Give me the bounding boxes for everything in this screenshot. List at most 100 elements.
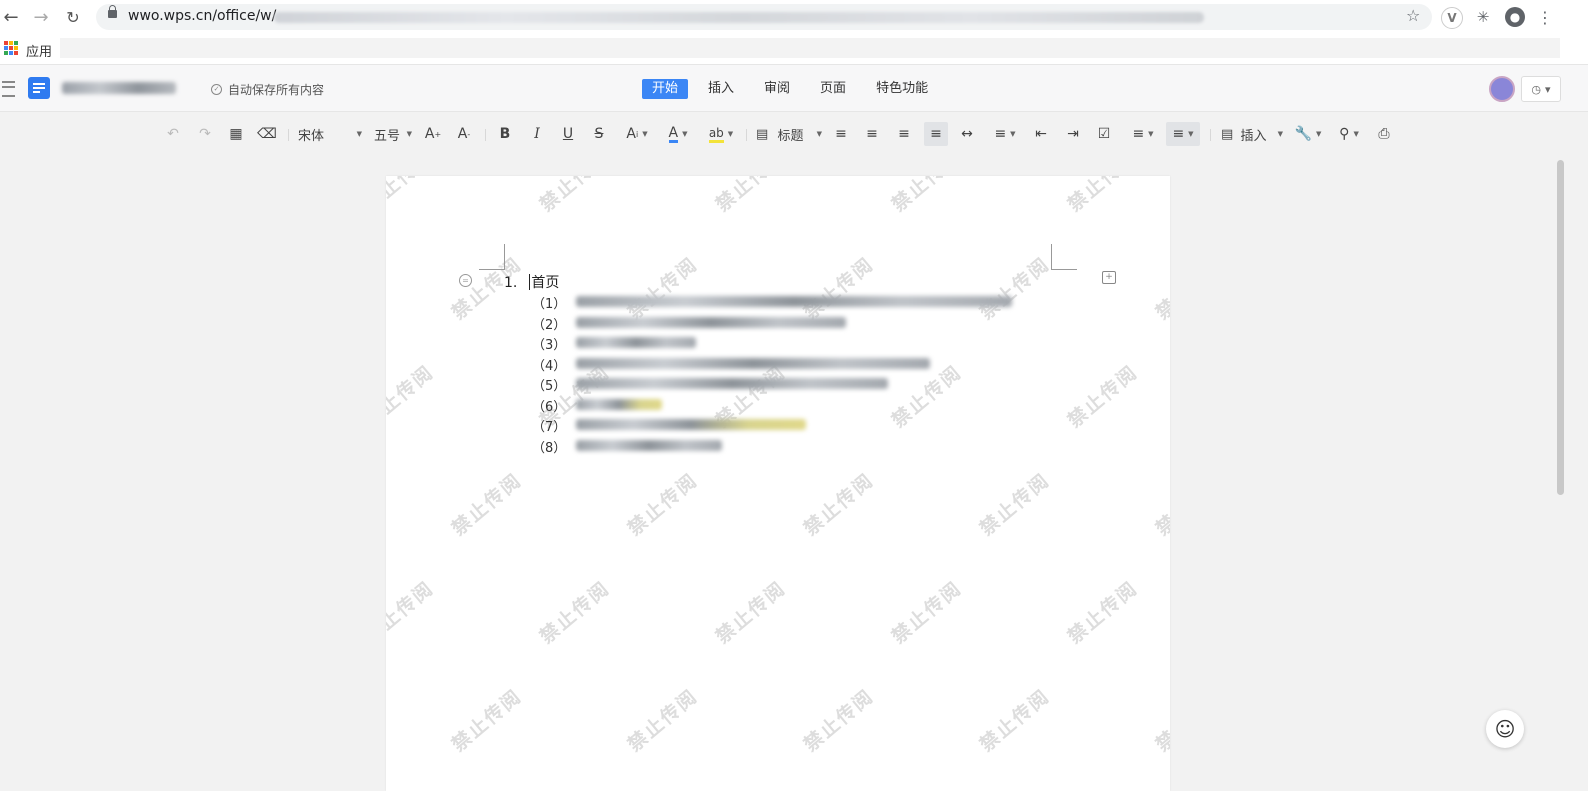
list-item-number: （2） bbox=[532, 318, 567, 333]
align-right-icon[interactable]: ≡ bbox=[895, 122, 913, 146]
autosave-text: 自动保存所有内容 bbox=[228, 83, 325, 97]
watermark-text: 禁止传阅 bbox=[711, 176, 791, 217]
font-family-select[interactable]: 宋体 ▼ bbox=[298, 122, 362, 146]
vertical-scrollbar[interactable] bbox=[1557, 160, 1564, 495]
clear-format-eraser-icon[interactable]: ⌫ bbox=[257, 122, 277, 146]
autosave-status: ✓ 自动保存所有内容 bbox=[211, 81, 324, 98]
insert-dropdown[interactable]: ▤ 插入 ▼ bbox=[1221, 122, 1283, 146]
ribbon-tabs: 开始 插入 审阅 页面 特色功能 bbox=[642, 79, 948, 99]
browser-toolbar: ← → ↻ wwo.wps.cn/office/w/ ☆ V ✳ ● ⋮ bbox=[0, 0, 1588, 34]
list-item-text-redacted bbox=[576, 317, 846, 328]
tab-start[interactable]: 开始 bbox=[642, 79, 689, 99]
user-avatar[interactable] bbox=[1489, 76, 1515, 102]
decrease-font-icon[interactable]: A- bbox=[455, 122, 473, 146]
tab-insert[interactable]: 插入 bbox=[698, 79, 744, 99]
tools-wrench-icon[interactable]: 🔧 ▼ bbox=[1293, 122, 1323, 146]
align-left-icon[interactable]: ≡ bbox=[832, 122, 850, 146]
chevron-down-icon: ▼ bbox=[1353, 130, 1359, 138]
paragraph-handle-icon[interactable]: = bbox=[459, 274, 472, 287]
bullet-list-icon[interactable]: ≡ ▼ bbox=[1128, 122, 1158, 146]
watermark-text: 禁止传阅 bbox=[975, 253, 1055, 325]
toolbar-divider bbox=[1210, 129, 1211, 141]
underline-icon[interactable]: U bbox=[559, 122, 577, 146]
list-item-number: （7） bbox=[532, 420, 567, 435]
bookmarks-bar: 应用 bbox=[0, 34, 1588, 65]
watermark-text: 禁止传阅 bbox=[711, 577, 791, 649]
watermark-text: 禁止传阅 bbox=[1151, 253, 1170, 325]
extension-v-icon[interactable]: V bbox=[1441, 7, 1463, 29]
search-icon[interactable]: ⚲ ▼ bbox=[1334, 122, 1364, 146]
history-button[interactable]: ◷ ▾ bbox=[1521, 76, 1561, 102]
bold-icon[interactable]: B bbox=[496, 122, 514, 146]
tab-features[interactable]: 特色功能 bbox=[866, 79, 938, 99]
font-color-icon[interactable]: A ▼ bbox=[663, 122, 693, 146]
font-size-value: 五号 bbox=[374, 128, 401, 144]
chevron-down-icon: ▼ bbox=[727, 130, 734, 138]
list-item-number: （8） bbox=[532, 441, 567, 456]
decrease-indent-icon[interactable]: ⇤ bbox=[1032, 122, 1050, 146]
bookmark-star-icon[interactable]: ☆ bbox=[1406, 6, 1420, 25]
chevron-down-icon: ▼ bbox=[1148, 130, 1154, 138]
strikethrough-icon[interactable]: S bbox=[590, 122, 608, 146]
increase-font-icon[interactable]: A + bbox=[424, 122, 442, 146]
toolbar-divider bbox=[746, 129, 747, 141]
document-title[interactable] bbox=[62, 82, 176, 94]
add-comment-icon[interactable]: + bbox=[1102, 271, 1116, 284]
watermark-text: 禁止传阅 bbox=[1063, 176, 1143, 217]
font-size-select[interactable]: 五号 ▼ bbox=[374, 122, 412, 146]
wps-header: ✓ 自动保存所有内容 开始 插入 审阅 页面 特色功能 ◷ ▾ bbox=[0, 65, 1588, 112]
browser-menu-icon[interactable]: ⋮ bbox=[1535, 7, 1555, 27]
list-item-text-redacted bbox=[576, 399, 662, 410]
apps-bookmark-label[interactable]: 应用 bbox=[26, 41, 52, 60]
chevron-down-icon: ▼ bbox=[682, 130, 688, 138]
document-page[interactable]: 禁止传阅 禁止传阅 禁止传阅 禁止传阅 禁止传阅 禁止传阅 禁止传阅 禁止传阅 禁止传阅 禁止传阅… bbox=[386, 176, 1170, 791]
increase-indent-icon[interactable]: ⇥ bbox=[1064, 122, 1082, 146]
watermark-text: 禁止传阅 bbox=[887, 361, 967, 433]
redo-icon[interactable]: ↷ bbox=[196, 122, 214, 146]
line-spacing-icon[interactable]: ≡ ▼ bbox=[989, 122, 1021, 146]
watermark-text: 禁止传阅 bbox=[1151, 685, 1170, 757]
wps-doc-logo-icon bbox=[28, 77, 50, 99]
heading-text: 首页 bbox=[531, 275, 560, 291]
checkbox-list-icon[interactable]: ☑ bbox=[1095, 122, 1113, 146]
print-icon[interactable]: ⎙ bbox=[1375, 122, 1393, 146]
assistant-mascot-icon[interactable]: ☺ bbox=[1486, 710, 1524, 748]
extensions-puzzle-icon[interactable]: ✳ bbox=[1473, 7, 1493, 27]
watermark-text: 禁止传阅 bbox=[975, 685, 1055, 757]
watermark-text: 禁止传阅 bbox=[1063, 577, 1143, 649]
chevron-down-icon: ▼ bbox=[1010, 130, 1016, 138]
chevron-down-icon: ▼ bbox=[356, 130, 362, 138]
apps-grid-icon[interactable] bbox=[4, 41, 18, 55]
style-select[interactable]: ▤ 标题 ▼ bbox=[756, 122, 822, 146]
list-item-number: （6） bbox=[532, 400, 567, 415]
align-justify-icon[interactable]: ≡ bbox=[924, 122, 948, 146]
watermark-text: 禁止传阅 bbox=[447, 685, 527, 757]
watermark-text: 禁止传阅 bbox=[887, 577, 967, 649]
numbered-list-icon[interactable]: ≡ ▼ bbox=[1166, 122, 1200, 146]
tab-review[interactable]: 审阅 bbox=[754, 79, 800, 99]
back-arrow-icon[interactable]: ← bbox=[0, 6, 22, 28]
list-item-text-redacted bbox=[576, 337, 696, 348]
list-heading[interactable]: 1. 首页 bbox=[504, 272, 559, 292]
profile-icon[interactable]: ● bbox=[1505, 7, 1525, 27]
distributed-align-icon[interactable]: ↔ bbox=[958, 122, 976, 146]
italic-icon[interactable]: I bbox=[528, 122, 546, 146]
check-circle-icon: ✓ bbox=[211, 84, 222, 95]
tab-page[interactable]: 页面 bbox=[810, 79, 856, 99]
watermark-text: 禁止传阅 bbox=[623, 685, 703, 757]
chevron-down-icon: ▾ bbox=[1545, 82, 1551, 96]
forward-arrow-icon[interactable]: → bbox=[30, 6, 52, 28]
url-text: wwo.wps.cn/office/w/ bbox=[128, 8, 277, 24]
reload-icon[interactable]: ↻ bbox=[62, 6, 84, 28]
align-center-icon[interactable]: ≡ bbox=[863, 122, 881, 146]
undo-icon[interactable]: ↶ bbox=[164, 122, 182, 146]
address-bar[interactable]: wwo.wps.cn/office/w/ ☆ bbox=[96, 4, 1432, 30]
highlight-color-icon[interactable]: ab ▼ bbox=[704, 122, 738, 146]
watermark-text: 禁止传阅 bbox=[799, 469, 879, 541]
margin-corner-top-left bbox=[479, 244, 505, 270]
watermark-text: 禁止传阅 bbox=[535, 176, 615, 217]
superscript-icon[interactable]: Ai ▼ bbox=[622, 122, 652, 146]
menu-hamburger-icon[interactable] bbox=[2, 81, 15, 97]
bookmarks-area bbox=[60, 38, 1560, 58]
format-painter-icon[interactable]: ▦ bbox=[227, 122, 245, 146]
